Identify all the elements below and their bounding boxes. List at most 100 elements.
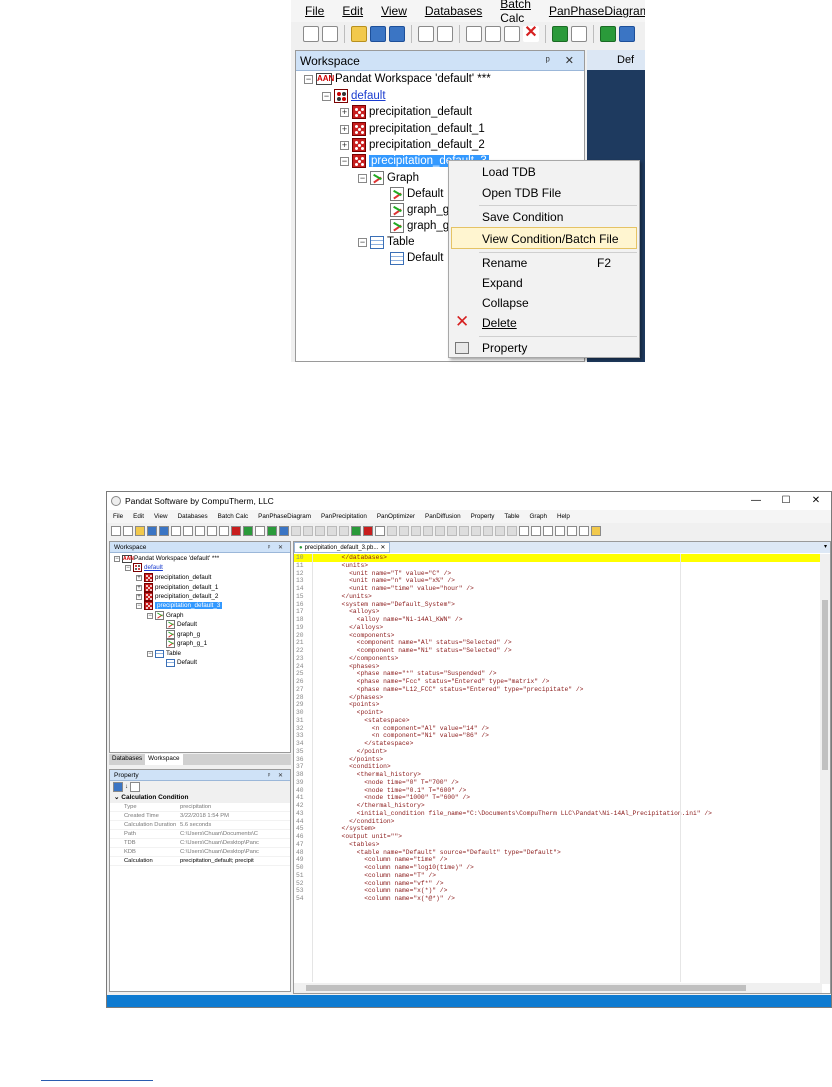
code-line[interactable]: 38 <thermal_history> [294, 771, 820, 779]
tree-node-graph[interactable]: − Graph [147, 611, 184, 620]
tree-node-condition[interactable]: + precipitation_default [136, 573, 211, 582]
code-line[interactable]: 25 <phase name="*" status="Suspended" /> [294, 670, 820, 678]
categorized-icon[interactable] [113, 782, 123, 792]
code-line[interactable]: 46 <output unit=""> [294, 833, 820, 841]
collapse-icon[interactable]: − [358, 173, 367, 183]
property-row[interactable]: Calculation precipitation_default; precip… [110, 857, 290, 866]
toolbar-icon[interactable] [291, 525, 301, 536]
code-line[interactable]: 14 <unit name="time" value="hour" /> [294, 585, 820, 593]
save-icon[interactable] [370, 26, 386, 42]
table-icon[interactable] [375, 525, 385, 536]
menu-panphasediagram[interactable]: PanPhaseDiagram [258, 513, 311, 520]
tab-dropdown-icon[interactable]: ▾ [824, 543, 827, 550]
menu-help[interactable]: Help [557, 513, 570, 520]
tree-node-table[interactable]: − Table [147, 649, 181, 658]
scroll-thumb[interactable] [306, 985, 746, 991]
tree-node-database[interactable]: − default [125, 563, 163, 572]
code-line[interactable]: 24 <phases> [294, 663, 820, 671]
code-line[interactable]: 35 </point> [294, 748, 820, 756]
tree-node-graph[interactable]: − Graph [358, 170, 419, 186]
menu-item-load-tdb[interactable]: Load TDB [449, 161, 639, 183]
expand-icon[interactable]: + [136, 574, 142, 581]
code-line[interactable]: 27 <phase name="L12_FCC" status="Entered… [294, 686, 820, 694]
paste-icon[interactable] [219, 525, 229, 536]
menu-item-rename[interactable]: Rename F2 [449, 252, 639, 274]
collapse-icon[interactable]: − [304, 74, 313, 84]
close-button[interactable]: ✕ [801, 492, 831, 510]
menu-table[interactable]: Table [504, 513, 519, 520]
property-row[interactable]: Calculation Duration 5.6 seconds [110, 821, 290, 830]
property-row[interactable]: KDB C:\Users\Chuan\Desktop\Panc [110, 848, 290, 857]
code-line[interactable]: 18 <alloy name="Ni-14Al_KWN" /> [294, 616, 820, 624]
menu-item-collapse[interactable]: Collapse [449, 292, 639, 314]
new-workspace-icon[interactable] [303, 26, 319, 42]
menu-databases[interactable]: Databases [178, 513, 208, 520]
download-icon[interactable] [600, 26, 616, 42]
tab-workspace[interactable]: Workspace [145, 754, 183, 765]
import-icon[interactable] [552, 26, 568, 42]
calc-icon[interactable] [279, 525, 289, 536]
pencil-icon[interactable] [591, 525, 601, 536]
toolbar-icon[interactable] [471, 525, 481, 536]
code-line[interactable]: 30 <point> [294, 709, 820, 717]
toolbar-icon[interactable] [315, 525, 325, 536]
collapse-icon[interactable]: − [340, 156, 349, 166]
toolbar-icon[interactable] [483, 525, 493, 536]
menu-item-expand[interactable]: Expand [449, 272, 639, 294]
search-icon[interactable] [531, 525, 541, 536]
text-icon[interactable] [579, 525, 589, 536]
tree-node-graph-item[interactable]: Default [166, 620, 197, 629]
property-row[interactable]: Created Time 3/22/2018 1:54 PM [110, 812, 290, 821]
tree-node-table-item[interactable]: Default [166, 658, 197, 667]
open-folder-icon[interactable] [351, 26, 367, 42]
property-category[interactable]: ⌄ Calculation Condition [110, 793, 290, 803]
horizontal-scrollbar[interactable] [294, 983, 822, 993]
code-line[interactable]: 10 </databases> [294, 554, 820, 562]
menu-databases[interactable]: Databases [425, 4, 482, 18]
collapse-icon[interactable]: − [147, 650, 153, 657]
tree-node-condition[interactable]: + precipitation_default [340, 104, 472, 120]
code-line[interactable]: 34 </statespace> [294, 740, 820, 748]
code-line[interactable]: 26 <phase name="Fcc" status="Entered" ty… [294, 678, 820, 686]
toolbar-icon[interactable] [339, 525, 349, 536]
property-row[interactable]: Type precipitation [110, 803, 290, 812]
tree-node-workspace-root[interactable]: − AAN Pandat Workspace 'default' *** [114, 554, 219, 563]
panel-pin-close-icons[interactable]: ᵖ ✕ [268, 772, 286, 779]
menu-graph[interactable]: Graph [529, 513, 547, 520]
menu-property[interactable]: Property [471, 513, 495, 520]
collapse-icon[interactable]: − [322, 91, 331, 101]
maximize-button[interactable]: ☐ [771, 492, 801, 510]
collapse-icon[interactable]: − [114, 555, 120, 562]
tree-node-condition[interactable]: + precipitation_default_2 [340, 137, 485, 153]
code-line[interactable]: 33 <n component="Ni" value="86" /> [294, 732, 820, 740]
tree-node-condition[interactable]: + precipitation_default_1 [136, 583, 218, 592]
copy-icon[interactable] [485, 26, 501, 42]
delete-icon[interactable]: ✕ [523, 25, 539, 42]
print-icon[interactable] [183, 525, 193, 536]
code-line[interactable]: 36 </points> [294, 756, 820, 764]
toolbar-icon[interactable] [435, 525, 445, 536]
tree-node-graph-item[interactable]: graph_g [166, 630, 200, 639]
tree-node-database[interactable]: − default [322, 88, 386, 104]
code-line[interactable]: 41 <node time="1000" T="600" /> [294, 794, 820, 802]
expand-icon[interactable]: + [340, 140, 349, 150]
panel-pin-close-icons[interactable]: ᵖ ✕ [268, 544, 286, 551]
tree-node-condition[interactable]: + precipitation_default_2 [136, 592, 218, 601]
minimize-button[interactable]: — [741, 492, 771, 510]
code-line[interactable]: 15 </units> [294, 593, 820, 601]
save-all-icon[interactable] [389, 26, 405, 42]
menu-pandiffusion[interactable]: PanDiffusion [425, 513, 461, 520]
expand-icon[interactable]: + [136, 593, 142, 600]
toolbar-icon[interactable] [411, 525, 421, 536]
code-line[interactable]: 44 </condition> [294, 818, 820, 826]
new-workspace-icon[interactable] [111, 525, 121, 536]
property-row[interactable]: TDB C:\Users\Chuan\Desktop\Panc [110, 839, 290, 848]
toolbar-icon[interactable] [423, 525, 433, 536]
tab-databases[interactable]: Databases [109, 754, 145, 765]
grid-icon[interactable] [555, 525, 565, 536]
property-row[interactable]: Path C:\Users\Chuan\Documents\C [110, 830, 290, 839]
save-icon[interactable] [147, 525, 157, 536]
tree-node-condition-selected[interactable]: − precipitation_default_3 [136, 601, 223, 610]
print-preview-icon[interactable] [171, 525, 181, 536]
tree-node-table-item[interactable]: Default [390, 250, 443, 266]
